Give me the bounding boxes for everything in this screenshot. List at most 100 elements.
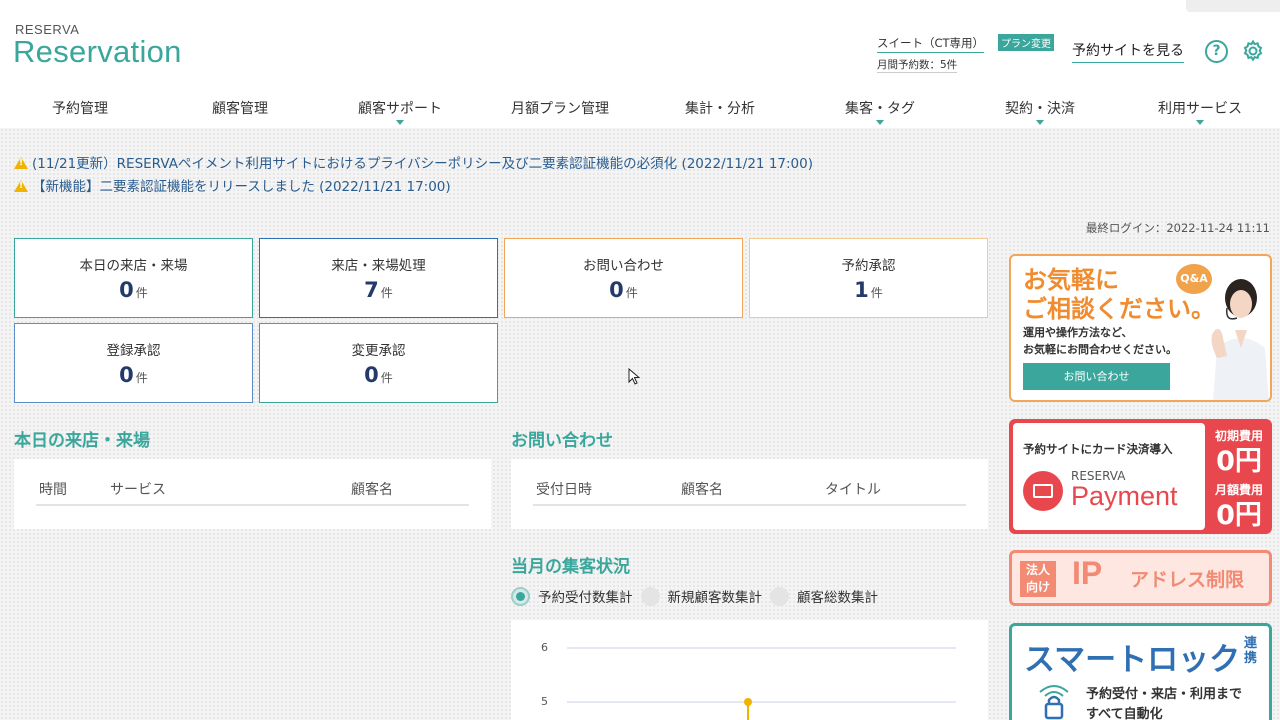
caret-down-icon — [876, 120, 884, 125]
y-tick-6: 6 — [541, 641, 548, 654]
nav-item-1[interactable]: 顧客管理 — [160, 90, 320, 128]
nav-label: 集客・タグ — [845, 101, 915, 117]
caret-down-icon — [1036, 120, 1044, 125]
inquiries-title: お問い合わせ — [511, 431, 613, 451]
radio-new-customers[interactable]: 新規顧客数集計 — [640, 586, 762, 606]
stat-value: 1 — [854, 278, 869, 302]
nav-item-7[interactable]: 利用サービス — [1120, 90, 1280, 128]
inquiries-table: 受付日時 顧客名 タイトル — [511, 459, 988, 529]
warning-icon — [14, 157, 28, 169]
stat-unit: 件 — [870, 286, 883, 300]
consult-sub-1: 運用や操作方法など、 — [1023, 326, 1133, 339]
monthly-chart: 6 5 — [511, 620, 988, 720]
consult-banner[interactable]: お気軽に ご相談ください。 運用や操作方法など、 お気軽にお問合わせください。 Q&… — [1009, 254, 1272, 402]
stat-label: お問い合わせ — [583, 258, 664, 274]
plan-change-button[interactable]: プラン変更 — [998, 34, 1054, 51]
nav-label: 集計・分析 — [685, 101, 755, 117]
column-header: 時間 — [39, 482, 67, 498]
stat-card-registration-approval[interactable]: 登録承認 0件 — [14, 323, 253, 403]
stat-label: 来店・来場処理 — [331, 258, 426, 274]
chart-svg: 6 5 — [541, 641, 956, 720]
caret-down-icon — [396, 120, 404, 125]
stat-label: 登録承認 — [106, 343, 161, 359]
radio-dot — [770, 586, 789, 606]
nav-label: 契約・決済 — [1005, 101, 1075, 117]
app-logo[interactable]: Reservation — [13, 34, 182, 70]
nav-label: 顧客管理 — [212, 101, 268, 117]
column-header: 受付日時 — [536, 482, 592, 498]
dashboard-main: (11/21更新）RESERVAペイメント利用サイトにおけるプライバシーポリシー… — [0, 128, 1280, 720]
data-point[interactable] — [744, 698, 752, 706]
notice-link-1[interactable]: (11/21更新）RESERVAペイメント利用サイトにおけるプライバシーポリシー… — [14, 152, 813, 172]
plan-info: スイート（CT専用） プラン変更 月間予約数：5件 — [877, 32, 1062, 73]
support-person-illustration — [1211, 279, 1269, 400]
initial-fee-value: 0円 — [1216, 446, 1262, 477]
nav-item-3[interactable]: 月額プラン管理 — [480, 90, 640, 128]
warning-icon — [14, 180, 28, 192]
nav-item-4[interactable]: 集計・分析 — [640, 90, 800, 128]
smartlock-banner[interactable]: スマートロック 連携 予約受付・来店・利用まで すべて自動化 — [1009, 623, 1272, 720]
consult-title-1: お気軽に — [1023, 266, 1119, 294]
column-header: サービス — [110, 482, 166, 498]
smartlock-line-1: 予約受付・来店・利用まで — [1086, 687, 1243, 702]
corp-line-2: 向け — [1025, 580, 1050, 594]
monthly-options: 予約受付数集計 新規顧客数集計 顧客総数集計 — [511, 586, 886, 606]
mouse-cursor-icon — [628, 368, 640, 385]
divider — [533, 504, 966, 506]
stat-value: 0 — [364, 363, 379, 387]
stat-card-today-visits[interactable]: 本日の来店・来場 0件 — [14, 238, 253, 318]
monthly-fee-value: 0円 — [1216, 500, 1262, 531]
smartlock-desc: 予約受付・来店・利用まで すべて自動化 — [1086, 685, 1242, 720]
stat-label: 変更承認 — [351, 343, 406, 359]
stat-value: 0 — [119, 278, 134, 302]
help-circle-icon[interactable]: ? — [1205, 40, 1228, 63]
notice-link-2[interactable]: 【新機能】二要素認証機能をリリースしました (2022/11/21 17:00) — [14, 175, 451, 195]
radio-dot — [640, 586, 660, 606]
radio-dot — [511, 586, 530, 606]
stat-card-change-approval[interactable]: 変更承認 0件 — [259, 323, 498, 403]
nav-item-5[interactable]: 集客・タグ — [800, 90, 960, 128]
stat-unit: 件 — [135, 286, 148, 300]
consult-sub-2: お気軽にお問合わせください。 — [1023, 343, 1177, 356]
corporate-badge: 法人 向け — [1020, 561, 1056, 597]
stat-card-visit-processing[interactable]: 来店・来場処理 7件 — [259, 238, 498, 318]
radio-total-customers[interactable]: 顧客総数集計 — [770, 586, 878, 606]
nav-item-2[interactable]: 顧客サポート — [320, 90, 480, 128]
consult-subtitle: 運用や操作方法など、お気軽にお問合わせください。 — [1023, 324, 1177, 358]
stat-unit: 件 — [380, 371, 393, 385]
payment-brand: Payment — [1071, 481, 1178, 511]
column-header: タイトル — [825, 482, 881, 498]
stat-unit: 件 — [380, 286, 393, 300]
smartlock-title-suffix: 連携 — [1244, 636, 1258, 666]
ip-restriction-text: アドレス制限 — [1130, 569, 1245, 591]
ip-restriction-banner[interactable]: 法人向け IP アドレス制限 — [1009, 550, 1272, 606]
payment-banner[interactable]: 予約サイトにカード決済導入 RESERVA Payment 初期費用 0円 月額… — [1009, 419, 1272, 534]
gear-icon[interactable] — [1241, 39, 1265, 63]
ip-text: IP — [1072, 555, 1103, 591]
radio-reservations-count[interactable]: 予約受付数集計 — [511, 586, 633, 606]
radio-label: 顧客総数集計 — [797, 590, 878, 606]
notice-text-2[interactable]: 【新機能】二要素認証機能をリリースしました (2022/11/21 17:00) — [32, 179, 451, 195]
nav-item-0[interactable]: 予約管理 — [0, 90, 160, 128]
top-right-tab[interactable] — [1186, 0, 1280, 12]
consult-title-2: ご相談ください。 — [1023, 295, 1215, 323]
nav-label: 利用サービス — [1158, 101, 1242, 117]
radio-label: 予約受付数集計 — [538, 590, 633, 606]
stat-unit: 件 — [135, 371, 148, 385]
app-header: RESERVA Reservation スイート（CT専用） プラン変更 月間予… — [0, 0, 1280, 128]
column-header: 顧客名 — [681, 482, 723, 498]
nav-item-6[interactable]: 契約・決済 — [960, 90, 1120, 128]
corp-line-1: 法人 — [1025, 563, 1050, 577]
lock-icon — [1039, 685, 1069, 720]
stat-card-reservation-approval[interactable]: 予約承認 1件 — [749, 238, 988, 318]
contact-button[interactable]: お問い合わせ — [1023, 363, 1170, 390]
today-visits-table: 時間 サービス 顧客名 — [14, 459, 491, 529]
view-reservation-site-link[interactable]: 予約サイトを見る — [1072, 40, 1184, 63]
payment-inner: 予約サイトにカード決済導入 RESERVA Payment — [1013, 423, 1205, 530]
notice-text-1[interactable]: (11/21更新）RESERVAペイメント利用サイトにおけるプライバシーポリシー… — [32, 156, 813, 172]
stat-card-inquiries[interactable]: お問い合わせ 0件 — [504, 238, 743, 318]
credit-card-icon — [1023, 471, 1063, 511]
column-header: 顧客名 — [351, 482, 393, 498]
stat-value: 0 — [119, 363, 134, 387]
today-visits-title: 本日の来店・来場 — [14, 431, 150, 451]
